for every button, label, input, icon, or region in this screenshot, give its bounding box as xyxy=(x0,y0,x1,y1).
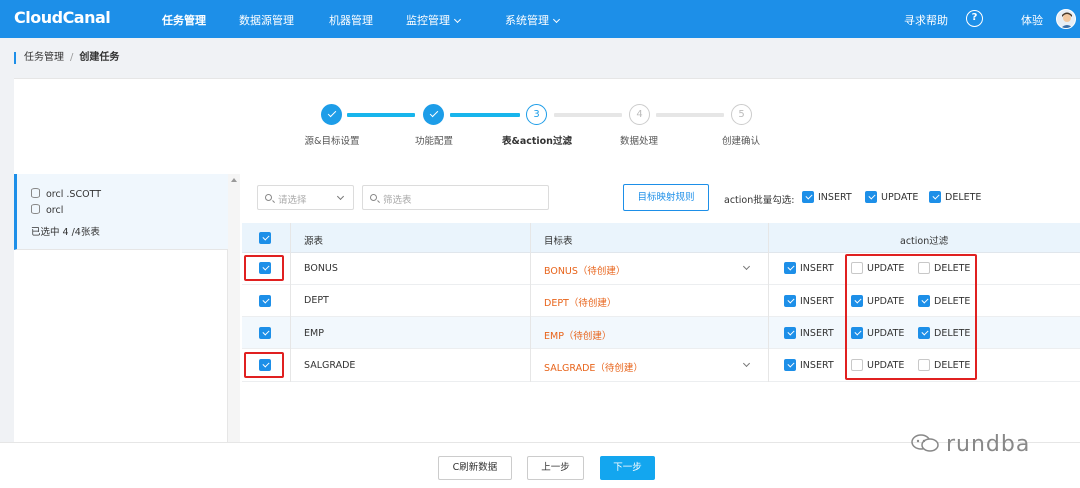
db-instance-name: orcl xyxy=(46,205,64,216)
step-1-label: 源&目标设置 xyxy=(304,136,360,147)
step-5-label: 创建确认 xyxy=(721,136,760,147)
breadcrumb-parent[interactable]: 任务管理 xyxy=(24,52,64,63)
batch-update-checkbox[interactable] xyxy=(865,191,877,203)
row-insert-label: INSERT xyxy=(800,263,834,274)
row-insert-checkbox[interactable] xyxy=(784,359,796,371)
nav-machine-management[interactable]: 机器管理 xyxy=(329,12,373,28)
breadcrumb: 任务管理 / 创建任务 xyxy=(14,52,119,64)
database-icon xyxy=(31,204,40,214)
step-4-indicator: 4 xyxy=(629,104,650,125)
scroll-up-arrow-icon[interactable] xyxy=(231,178,237,182)
chevron-down-icon xyxy=(552,15,561,24)
header-source-table: 源表 xyxy=(304,236,324,247)
highlight-box-actions xyxy=(845,254,977,380)
avatar[interactable] xyxy=(1056,9,1076,29)
row-insert-checkbox[interactable] xyxy=(784,295,796,307)
nav-task-management[interactable]: 任务管理 xyxy=(162,12,206,28)
wechat-icon xyxy=(910,433,940,453)
step-progress-bar-4 xyxy=(656,113,724,117)
row-insert-checkbox[interactable] xyxy=(784,262,796,274)
source-table-name: SALGRADE xyxy=(304,360,356,371)
user-avatar-icon xyxy=(1060,12,1074,28)
chevron-down-icon xyxy=(336,192,345,201)
db-instance-line: orcl xyxy=(31,204,63,216)
target-table-name[interactable]: BONUS（待创建） xyxy=(544,263,625,277)
target-table-name[interactable]: SALGRADE（待创建） xyxy=(544,360,643,374)
step-3-indicator: 3 xyxy=(526,104,547,125)
prev-step-button[interactable]: 上一步 xyxy=(527,456,584,480)
batch-update-label: UPDATE xyxy=(881,192,919,203)
breadcrumb-current: 创建任务 xyxy=(79,52,120,63)
step-progress-bar-2 xyxy=(450,113,520,117)
table-filter-input[interactable]: 筛选表 xyxy=(362,185,549,210)
chevron-down-icon xyxy=(453,15,462,24)
column-divider xyxy=(768,223,769,382)
app-logo[interactable]: CloudCanal xyxy=(14,8,111,27)
row-insert-label: INSERT xyxy=(800,360,834,371)
batch-delete-checkbox[interactable] xyxy=(929,191,941,203)
db-schema-name: orcl .SCOTT xyxy=(46,189,101,200)
step-2-indicator xyxy=(423,104,444,125)
help-link[interactable]: 寻求帮助 xyxy=(904,12,948,28)
watermark: rundba xyxy=(910,432,1030,457)
target-table-name[interactable]: EMP（待创建） xyxy=(544,328,611,342)
database-icon xyxy=(31,188,40,198)
source-table-name: DEPT xyxy=(304,295,329,306)
highlight-box-row4 xyxy=(244,352,284,378)
row-insert-checkbox[interactable] xyxy=(784,327,796,339)
check-icon xyxy=(429,108,438,118)
source-db-card[interactable]: orcl .SCOTT orcl 已选中 4 /4张表 xyxy=(14,174,228,250)
schema-select-placeholder: 请选择 xyxy=(278,195,307,206)
step-5-indicator: 5 xyxy=(731,104,752,125)
header-action-filter: action过滤 xyxy=(900,236,949,247)
watermark-text: rundba xyxy=(946,432,1031,457)
table-filter-placeholder: 筛选表 xyxy=(383,195,412,206)
row-insert-label: INSERT xyxy=(800,328,834,339)
nav-datasource-management[interactable]: 数据源管理 xyxy=(239,12,294,28)
nav-monitor-label: 监控管理 xyxy=(406,14,450,27)
row-select-checkbox[interactable] xyxy=(259,295,271,307)
search-icon xyxy=(370,194,377,201)
top-nav: CloudCanal 任务管理 数据源管理 机器管理 监控管理 系统管理 寻求帮… xyxy=(0,0,1080,38)
step-progress-bar-3 xyxy=(554,113,622,117)
highlight-box-row1 xyxy=(244,255,284,281)
batch-insert-label: INSERT xyxy=(818,192,852,203)
header-target-table: 目标表 xyxy=(544,236,573,247)
question-icon[interactable]: ? xyxy=(966,10,983,27)
target-mapping-rule-button[interactable]: 目标映射规则 xyxy=(623,184,709,211)
column-divider xyxy=(530,223,531,382)
nav-system-label: 系统管理 xyxy=(505,14,549,27)
user-name[interactable]: 体验 xyxy=(1021,12,1043,28)
batch-delete-label: DELETE xyxy=(945,192,982,203)
search-icon xyxy=(265,194,272,201)
left-scrollbar[interactable] xyxy=(228,174,240,442)
breadcrumb-separator: / xyxy=(70,52,74,63)
select-all-checkbox[interactable] xyxy=(259,232,271,244)
nav-system-management[interactable]: 系统管理 xyxy=(505,12,561,28)
next-step-button[interactable]: 下一步 xyxy=(600,456,655,480)
target-table-name[interactable]: DEPT（待创建） xyxy=(544,295,616,309)
batch-insert-checkbox[interactable] xyxy=(802,191,814,203)
source-table-name: EMP xyxy=(304,328,324,339)
row-insert-label: INSERT xyxy=(800,296,834,307)
schema-select[interactable]: 请选择 xyxy=(257,185,354,210)
row-select-checkbox[interactable] xyxy=(259,327,271,339)
db-schema-line: orcl .SCOTT xyxy=(31,188,101,200)
step-progress-bar-1 xyxy=(347,113,415,117)
source-table-name: BONUS xyxy=(304,263,338,274)
selected-count: 已选中 4 /4张表 xyxy=(31,227,100,238)
batch-action-label: action批量勾选: xyxy=(724,195,795,206)
check-icon xyxy=(327,108,336,118)
column-divider xyxy=(290,223,291,382)
step-2-label: 功能配置 xyxy=(414,136,453,147)
step-1-indicator xyxy=(321,104,342,125)
step-4-label: 数据处理 xyxy=(619,136,658,147)
nav-monitor-management[interactable]: 监控管理 xyxy=(406,12,462,28)
step-3-label: 表&action过滤 xyxy=(502,136,572,147)
table-header xyxy=(242,223,1080,253)
refresh-data-button[interactable]: C刷新数据 xyxy=(438,456,512,480)
